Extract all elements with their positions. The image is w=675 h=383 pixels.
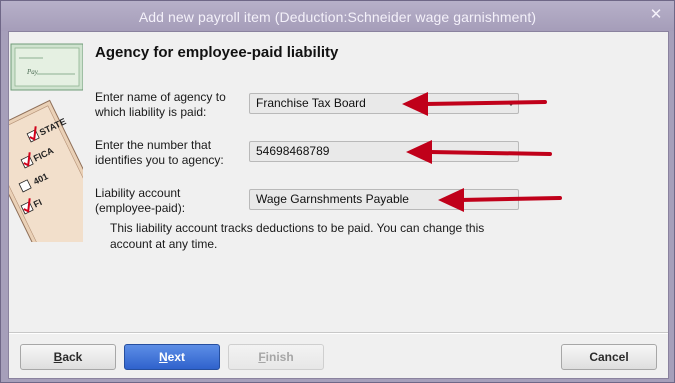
title-bar[interactable]: Add new payroll item (Deduction:Schneide…	[1, 1, 674, 31]
finish-label-rest: inish	[265, 350, 294, 364]
liability-account-label-line2: (employee-paid):	[95, 201, 186, 215]
agency-name-label: Enter name of agency to which liability …	[95, 90, 226, 120]
finish-button[interactable]: Finish	[228, 344, 324, 370]
window-title: Add new payroll item (Deduction:Schneide…	[138, 9, 537, 25]
back-label-accesskey: B	[53, 350, 63, 364]
agency-number-input[interactable]: 54698468789	[249, 141, 519, 162]
payroll-forms-illustration: Pay STATE FICA 401 FI	[9, 43, 83, 242]
dialog-content: Pay STATE FICA 401 FI Agency for employe…	[8, 31, 669, 379]
liability-account-note: This liability account tracks deductions…	[110, 220, 530, 252]
agency-name-dropdown[interactable]: Franchise Tax Board	[249, 93, 519, 114]
back-button[interactable]: Back	[20, 344, 116, 370]
footer-divider	[9, 332, 668, 334]
agency-number-value: 54698468789	[256, 144, 330, 158]
back-label-rest: ack	[62, 350, 83, 364]
close-icon[interactable]: ✕	[648, 7, 664, 23]
cancel-button[interactable]: Cancel	[561, 344, 657, 370]
note-line2: account at any time.	[110, 237, 218, 251]
chevron-down-icon[interactable]	[507, 102, 515, 106]
liability-account-field[interactable]: Wage Garnshments Payable	[249, 189, 519, 210]
agency-name-label-line2: which liability is paid:	[95, 105, 207, 119]
next-label-rest: ext	[167, 350, 185, 364]
check-pay-text: Pay	[26, 68, 39, 76]
page-title: Agency for employee-paid liability	[95, 44, 339, 61]
next-label-accesskey: N	[158, 350, 168, 364]
liability-account-label-line1: Liability account	[95, 186, 181, 200]
agency-name-value: Franchise Tax Board	[256, 96, 366, 110]
liability-account-value: Wage Garnshments Payable	[256, 192, 409, 206]
note-line1: This liability account tracks deductions…	[110, 221, 485, 235]
next-button[interactable]: Next	[124, 344, 220, 370]
agency-name-label-line1: Enter name of agency to	[95, 90, 226, 104]
agency-number-label: Enter the number that identifies you to …	[95, 138, 224, 168]
dialog-window: Add new payroll item (Deduction:Schneide…	[0, 0, 675, 383]
agency-number-label-line1: Enter the number that	[95, 138, 212, 152]
agency-number-label-line2: identifies you to agency:	[95, 153, 224, 167]
liability-account-label: Liability account (employee-paid):	[95, 186, 185, 216]
finish-label-accesskey: F	[258, 350, 266, 364]
